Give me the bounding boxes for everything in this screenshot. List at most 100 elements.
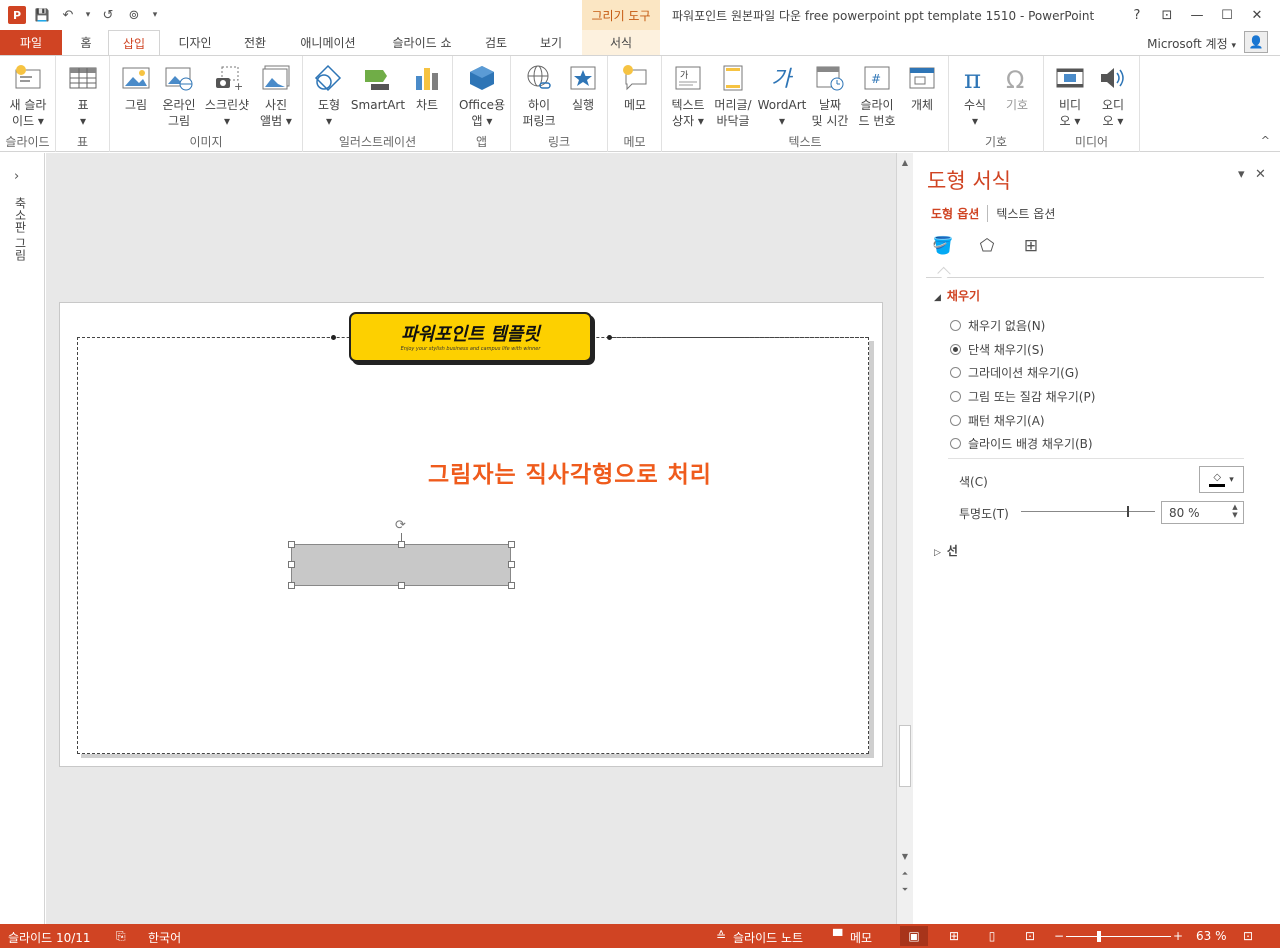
account-menu[interactable]: Microsoft 계정 ▾ [1147, 35, 1236, 52]
notes-icon[interactable]: ≙ [716, 929, 726, 943]
tab-animations[interactable]: 애니메이션 [288, 30, 368, 55]
present-from-start-icon[interactable]: ⊚ [124, 5, 144, 25]
rotate-handle-icon[interactable]: ⟳ [395, 518, 406, 533]
size-properties-icon[interactable]: ⊞ [1020, 235, 1042, 257]
maximize-icon[interactable]: ☐ [1212, 3, 1242, 27]
spin-arrows-icon[interactable]: ▲▼ [1230, 503, 1240, 519]
transparency-slider[interactable] [1021, 511, 1155, 512]
view-reading-icon[interactable]: ▯ [978, 926, 1006, 946]
scroll-down-icon[interactable]: ▼ [897, 848, 913, 864]
smartart-button[interactable]: SmartArt [350, 60, 406, 113]
slide-notes-button[interactable]: 슬라이드 노트 [733, 929, 803, 946]
save-icon[interactable]: 💾 [32, 5, 52, 25]
photo-album-button[interactable]: 사진 앨범 ▾ [250, 60, 302, 129]
help-icon[interactable]: ? [1122, 3, 1152, 27]
previous-slide-icon[interactable]: ⏶ [897, 866, 913, 882]
fill-option-pattern[interactable]: 패턴 채우기(A) [950, 412, 1045, 429]
fill-option-solid[interactable]: 단색 채우기(S) [950, 341, 1044, 358]
avatar[interactable]: 👤 [1244, 31, 1268, 53]
comments-button[interactable]: 메모 [850, 929, 872, 946]
minimize-icon[interactable]: — [1182, 3, 1212, 27]
tab-review[interactable]: 검토 [474, 30, 518, 55]
view-slideshow-icon[interactable]: ⊡ [1016, 926, 1044, 946]
fill-line-icon[interactable]: 🪣 [932, 235, 954, 257]
symbol-button[interactable]: Ω 기호 [991, 60, 1043, 113]
wordart-button[interactable]: 가 WordArt ▾ [755, 60, 809, 129]
resize-handle-top-left[interactable] [288, 541, 295, 548]
date-time-button[interactable]: 날짜 및 시간 [804, 60, 856, 129]
view-normal-icon[interactable]: ▣ [900, 926, 928, 946]
undo-dropdown-icon[interactable]: ▾ [84, 5, 92, 25]
scroll-up-icon[interactable]: ▲ [897, 154, 913, 170]
fill-color-button[interactable]: ◇ ▾ [1199, 466, 1244, 493]
next-slide-icon[interactable]: ⏷ [897, 882, 913, 898]
thumbnails-label[interactable]: 축소판 그림 [12, 197, 29, 261]
powerpoint-logo-icon[interactable]: P [8, 6, 26, 24]
title-banner[interactable]: 파워포인트 템플릿 Enjoy your stylish business an… [349, 312, 592, 362]
slide-caption[interactable]: 그림자는 직사각형으로 처리 [428, 455, 712, 489]
radio-fill-pattern[interactable] [950, 415, 961, 426]
online-picture-button[interactable]: 온라인 그림 [153, 60, 205, 129]
tab-insert[interactable]: 삽입 [108, 30, 160, 56]
fill-section-header[interactable]: ◢ 채우기 [934, 287, 980, 304]
expand-thumbnails-icon[interactable]: › [14, 169, 19, 184]
ribbon-display-options-icon[interactable]: ⊡ [1152, 3, 1182, 27]
comments-icon[interactable]: ▀ [833, 929, 842, 943]
transparency-input[interactable]: 80 % ▲▼ [1161, 501, 1244, 524]
zoom-in-icon[interactable]: + [1173, 929, 1183, 943]
tab-shape-options[interactable]: 도형 옵션 [931, 205, 989, 222]
resize-handle-bottom[interactable] [398, 582, 405, 589]
radio-fill-solid[interactable] [950, 344, 961, 355]
radio-fill-picture[interactable] [950, 391, 961, 402]
fit-slide-icon[interactable]: ⊡ [1243, 929, 1253, 943]
radio-fill-gradient[interactable] [950, 367, 961, 378]
vertical-scrollbar[interactable]: ▲ ▼ ⏶ ⏷ [896, 153, 913, 924]
resize-handle-top-right[interactable] [508, 541, 515, 548]
view-slide-sorter-icon[interactable]: ⊞ [940, 926, 968, 946]
shapes-button[interactable]: 도형 ▾ [303, 60, 355, 129]
slide-canvas[interactable]: 파워포인트 템플릿 Enjoy your stylish business an… [59, 302, 883, 767]
resize-handle-top[interactable] [398, 541, 405, 548]
pane-close-icon[interactable]: ✕ [1255, 167, 1266, 182]
tab-slideshow[interactable]: 슬라이드 쇼 [378, 30, 466, 55]
close-icon[interactable]: ✕ [1242, 3, 1272, 27]
tab-design[interactable]: 디자인 [166, 30, 224, 55]
fill-option-picture[interactable]: 그림 또는 질감 채우기(P) [950, 388, 1095, 405]
fill-option-none[interactable]: 채우기 없음(N) [950, 317, 1045, 334]
fill-option-gradient[interactable]: 그라데이션 채우기(G) [950, 364, 1079, 381]
undo-icon[interactable]: ↶ [58, 5, 78, 25]
tab-home[interactable]: 홈 [68, 30, 104, 55]
radio-fill-none[interactable] [950, 320, 961, 331]
new-slide-button[interactable]: 새 슬라 이드 ▾ [2, 60, 54, 129]
tab-file[interactable]: 파일 [0, 30, 62, 55]
resize-handle-bottom-right[interactable] [508, 582, 515, 589]
textbox-button[interactable]: 가 텍스트 상자 ▾ [662, 60, 714, 129]
zoom-slider-thumb[interactable] [1097, 931, 1101, 942]
fill-option-slide-background[interactable]: 슬라이드 배경 채우기(B) [950, 435, 1093, 452]
zoom-out-icon[interactable]: − [1054, 929, 1064, 943]
office-apps-button[interactable]: Office용 앱 ▾ [456, 60, 508, 129]
zoom-slider[interactable] [1066, 936, 1171, 937]
header-footer-button[interactable]: 머리글/ 바닥글 [708, 60, 758, 129]
selected-rectangle[interactable] [291, 544, 511, 586]
comment-button[interactable]: 메모 [609, 60, 661, 113]
tab-text-options[interactable]: 텍스트 옵션 [988, 205, 1055, 222]
scroll-thumb[interactable] [899, 725, 911, 787]
resize-handle-right[interactable] [508, 561, 515, 568]
line-section-header[interactable]: ▷ 선 [934, 542, 958, 559]
tab-transitions[interactable]: 전환 [230, 30, 280, 55]
slide-counter[interactable]: 슬라이드 10/11 [8, 929, 91, 946]
language-indicator[interactable]: 한국어 [148, 929, 181, 946]
effects-pentagon-icon[interactable]: ⬠ [976, 235, 998, 257]
audio-button[interactable]: 오디 오 ▾ [1087, 60, 1139, 129]
object-button[interactable]: 개체 [896, 60, 948, 113]
tab-format[interactable]: 서식 [582, 30, 660, 55]
tab-view[interactable]: 보기 [528, 30, 574, 55]
spell-check-icon[interactable]: ⎘ [116, 929, 126, 944]
screenshot-button[interactable]: + 스크린샷 ▾ [201, 60, 253, 129]
resize-handle-bottom-left[interactable] [288, 582, 295, 589]
customize-qat-icon[interactable]: ▾ [150, 5, 160, 25]
chart-button[interactable]: 차트 [401, 60, 453, 113]
pane-options-icon[interactable]: ▾ [1238, 167, 1245, 182]
zoom-level[interactable]: 63 % [1196, 929, 1227, 943]
